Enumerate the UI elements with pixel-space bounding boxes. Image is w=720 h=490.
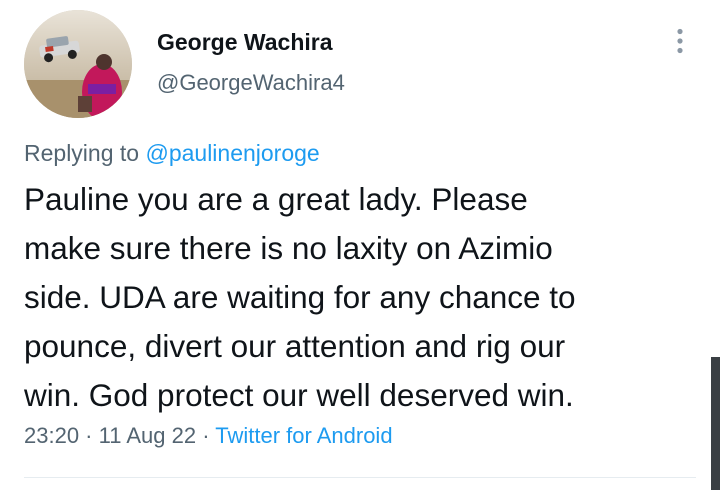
meta-separator: · [79, 423, 99, 448]
author-handle[interactable]: @GeorgeWachira4 [157, 70, 345, 96]
tweet-text-line: make sure there is no laxity on Azimio [24, 230, 553, 266]
tweet-text-line: win. God protect our well deserved win. [24, 377, 574, 413]
replying-to-label: Replying to [24, 140, 140, 166]
tweet-source-link[interactable]: Twitter for Android [215, 423, 392, 448]
tweet-time[interactable]: 23:20 [24, 423, 79, 448]
reply-mention-link[interactable]: @paulinenjoroge [145, 140, 319, 166]
tweet-text-line: pounce, divert our attention and rig our [24, 328, 566, 364]
scrollbar[interactable] [711, 357, 720, 490]
avatar-photo [24, 10, 132, 118]
author-display-name[interactable]: George Wachira [157, 28, 333, 56]
meta-separator: · [196, 423, 216, 448]
vertical-ellipsis-icon [677, 28, 683, 54]
tweet-text-line: side. UDA are waiting for any chance to [24, 279, 576, 315]
tweet-date[interactable]: 11 Aug 22 [99, 423, 196, 448]
replying-to: Replying to @paulinenjoroge [24, 139, 320, 167]
tweet-meta: 23:20 · 11 Aug 22 · Twitter for Android [24, 422, 393, 450]
tweet-text: Pauline you are a great lady. Please mak… [24, 175, 704, 420]
more-options-button[interactable] [664, 24, 696, 58]
avatar[interactable] [24, 10, 132, 118]
tweet-text-line: Pauline you are a great lady. Please [24, 181, 528, 217]
divider [24, 477, 696, 478]
